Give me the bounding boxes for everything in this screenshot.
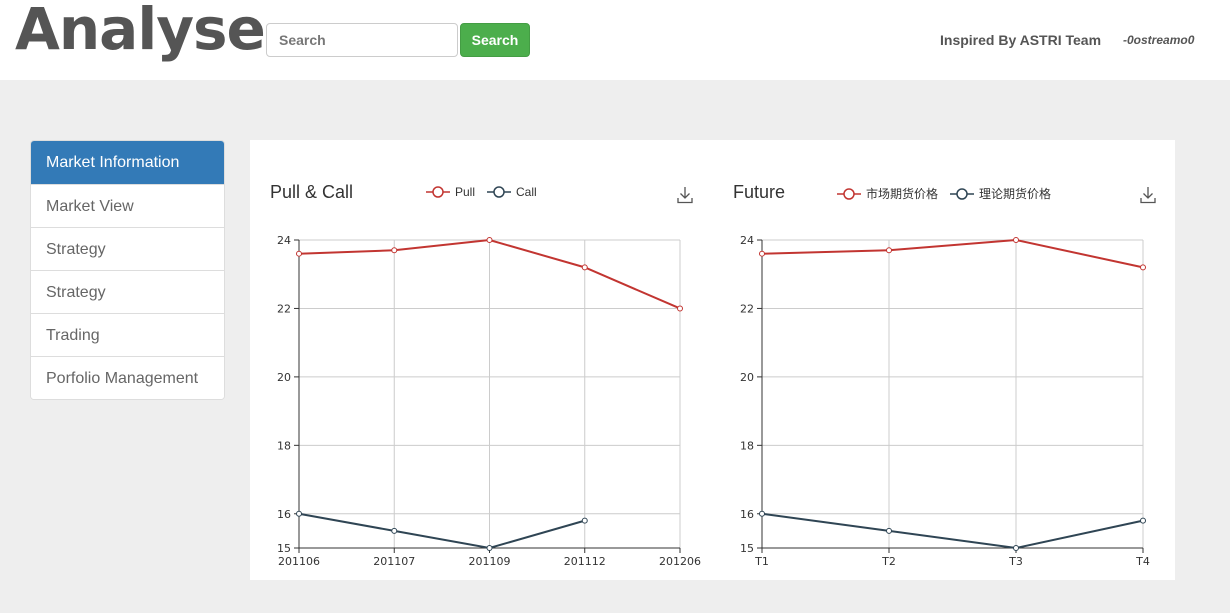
data-point[interactable] — [581, 517, 588, 524]
y-tick-label: 24 — [277, 234, 291, 247]
series-line — [761, 512, 1144, 550]
data-point[interactable] — [391, 247, 398, 254]
data-point[interactable] — [1013, 545, 1019, 551]
chart-plot-area: 15 16 18 20 22 24 T1 T2 T3 T4 — [740, 234, 1150, 568]
future-chart: Future 市场期货价格 理论期货价格 15 16 18 20 22 24 T1 T2 T3 T… — [713, 140, 1175, 580]
data-point[interactable] — [296, 250, 302, 257]
x-tick-label: T2 — [881, 555, 896, 568]
search-input[interactable] — [266, 23, 458, 57]
sidebar-item-strategy-2[interactable]: Strategy — [31, 270, 224, 313]
data-point[interactable] — [581, 264, 588, 271]
charts-panel: Pull & Call Pull Call 15 16 18 20 22 24 201106… — [250, 140, 1175, 580]
sidebar-item-portfolio-management[interactable]: Porfolio Management — [31, 356, 224, 399]
data-point[interactable] — [886, 527, 892, 534]
data-point[interactable] — [1140, 264, 1146, 271]
pull-call-chart: Pull & Call Pull Call 15 16 18 20 22 24 201106… — [250, 140, 712, 580]
series-line — [761, 238, 1144, 269]
x-tick-label: 201206 — [659, 555, 701, 568]
x-tick-label: T4 — [1135, 555, 1150, 568]
y-tick-label: 22 — [277, 302, 291, 315]
team-credit: Inspired By ASTRI Team — [940, 32, 1102, 48]
y-tick-label: 18 — [277, 439, 291, 452]
y-tick-label: 16 — [277, 508, 291, 521]
sidebar-nav: Market Information Market View Strategy … — [30, 140, 225, 400]
y-tick-label: 24 — [740, 234, 754, 247]
y-tick-label: 18 — [740, 439, 754, 452]
username-link[interactable]: -0ostreamo0 — [1123, 33, 1194, 47]
x-tick-label: 201107 — [373, 555, 415, 568]
top-header: Analyse Search Inspired By ASTRI Team -0… — [0, 0, 1230, 80]
x-tick-label: T1 — [754, 555, 769, 568]
data-point[interactable] — [677, 305, 683, 312]
sidebar-item-trading[interactable]: Trading — [31, 313, 224, 356]
data-point[interactable] — [759, 510, 765, 517]
data-point[interactable] — [759, 250, 765, 257]
brand-logo[interactable]: Analyse — [15, 0, 266, 64]
y-tick-label: 20 — [740, 371, 754, 384]
series-line — [298, 512, 586, 550]
y-tick-label: 16 — [740, 508, 754, 521]
x-tick-label: 201106 — [278, 555, 320, 568]
data-point[interactable] — [886, 247, 892, 254]
y-tick-label: 20 — [277, 371, 291, 384]
chart-plot-area: 15 16 18 20 22 24 201106 201107 201109 201112 2012… — [277, 234, 701, 568]
data-point[interactable] — [296, 510, 302, 517]
sidebar-item-market-information[interactable]: Market Information — [31, 141, 224, 184]
sidebar-item-market-view[interactable]: Market View — [31, 184, 224, 227]
x-tick-label: 201109 — [469, 555, 511, 568]
y-tick-label: 15 — [277, 542, 291, 555]
sidebar-item-strategy[interactable]: Strategy — [31, 227, 224, 270]
y-tick-label: 22 — [740, 302, 754, 315]
data-point[interactable] — [1140, 517, 1146, 524]
search-button[interactable]: Search — [460, 23, 530, 57]
data-point[interactable] — [486, 545, 493, 551]
x-tick-label: 201112 — [564, 555, 606, 568]
data-point[interactable] — [391, 527, 398, 534]
x-tick-label: T3 — [1008, 555, 1023, 568]
y-tick-label: 15 — [740, 542, 754, 555]
data-point[interactable] — [486, 237, 493, 243]
data-point[interactable] — [1013, 237, 1019, 243]
